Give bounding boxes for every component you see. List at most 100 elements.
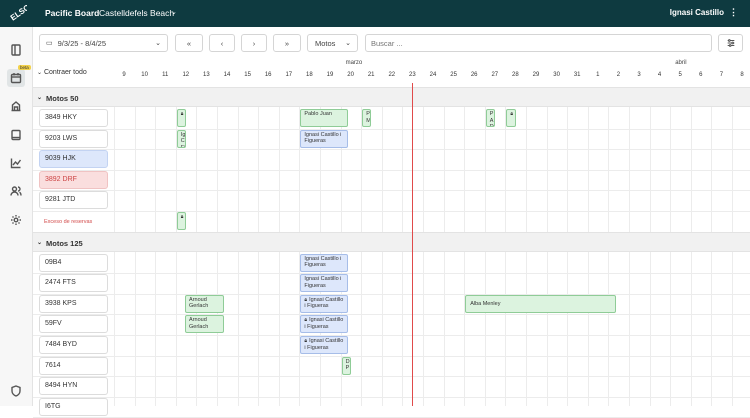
shield-icon[interactable] bbox=[7, 382, 25, 400]
booking-block[interactable]: 🔒︎ Ignasi Castillo i Figueras bbox=[300, 294, 348, 313]
last-page-button[interactable]: » bbox=[273, 34, 301, 52]
day-label: 13 bbox=[203, 72, 210, 78]
booking-block[interactable]: P M bbox=[362, 109, 372, 127]
row-separator bbox=[33, 396, 750, 398]
booking-name: Ignasi Castillo i Figueras bbox=[304, 255, 342, 269]
resource-label[interactable]: I6TG bbox=[39, 397, 108, 416]
lock-icon: 🔒︎ bbox=[304, 317, 308, 324]
day-label: 11 bbox=[162, 72, 169, 78]
category-select[interactable]: Motos ⌄ bbox=[307, 34, 358, 52]
booking-block[interactable]: D P bbox=[341, 356, 351, 375]
month-label: abril bbox=[675, 60, 687, 66]
resource-label[interactable]: 2474 FTS bbox=[39, 274, 108, 293]
day-label: 3 bbox=[637, 72, 641, 78]
resource-label[interactable]: 09B4 bbox=[39, 253, 108, 272]
search-input[interactable] bbox=[365, 34, 712, 52]
resource-label[interactable]: 3849 HKY bbox=[39, 109, 108, 127]
row-separator bbox=[33, 376, 750, 378]
month-label: marzo bbox=[345, 60, 363, 66]
booking-block[interactable]: Pablo Juan bbox=[300, 109, 348, 127]
resource-label[interactable]: 59FV bbox=[39, 315, 108, 334]
day-label: 30 bbox=[553, 72, 560, 78]
row-separator bbox=[33, 169, 750, 171]
group-header[interactable]: ⌄ Motos 50 bbox=[33, 87, 750, 107]
resource-label[interactable]: 7484 BYD bbox=[39, 336, 108, 354]
day-label: 12 bbox=[182, 72, 190, 78]
day-label: 8 bbox=[740, 72, 744, 78]
booking-block[interactable]: Arnoud Gerlach bbox=[185, 294, 225, 313]
day-label: 24 bbox=[429, 72, 437, 78]
booking-block[interactable]: 🔒︎ bbox=[506, 109, 516, 127]
chevron-down-icon[interactable]: ⌄ bbox=[37, 94, 42, 101]
booking-block[interactable]: Ig C Fi bbox=[176, 129, 187, 148]
booking-name: Pablo Juan bbox=[304, 111, 332, 117]
booking-name: Ignasi Castillo i Figueras bbox=[304, 276, 342, 289]
calendar-grid: ⌄ Contraer todo marzo abril 9 10 11 12 13 14 15 1… bbox=[33, 59, 750, 418]
today-indicator bbox=[412, 83, 414, 406]
next-button[interactable]: › bbox=[241, 34, 267, 52]
resource-label[interactable]: 8494 HYN bbox=[39, 377, 108, 396]
day-label: 17 bbox=[285, 72, 293, 78]
chevron-down-icon: ⌄ bbox=[155, 40, 161, 47]
filter-settings-icon[interactable] bbox=[718, 34, 743, 52]
previous-button[interactable]: ‹ bbox=[209, 34, 235, 52]
booking-name: Ignasi Castillo i Figueras bbox=[304, 296, 344, 310]
row-separator bbox=[33, 314, 750, 316]
collapse-all-button[interactable]: ⌄ Contraer todo bbox=[37, 69, 87, 76]
resource-label[interactable]: 9039 HJK bbox=[39, 150, 108, 169]
booking-name: Ignasi Castillo i Figueras bbox=[304, 131, 342, 145]
booking-block[interactable]: Ignasi Castillo i Figueras bbox=[300, 274, 348, 293]
group-header[interactable]: ⌄ Motos 125 bbox=[33, 231, 750, 252]
book-icon[interactable] bbox=[7, 126, 25, 144]
date-range-value: 9/3/25 - 8/4/25 bbox=[57, 38, 106, 48]
location-selector[interactable]: Castelldefels Beach bbox=[99, 8, 174, 18]
booking-block[interactable]: Ignasi Castillo i Figueras bbox=[300, 129, 348, 148]
calendar-icon[interactable] bbox=[7, 69, 25, 87]
building-icon[interactable] bbox=[7, 97, 25, 115]
day-label: 15 bbox=[244, 72, 251, 78]
chevron-down-icon[interactable]: ⌄ bbox=[171, 8, 177, 16]
resource-label[interactable]: 3892 DRF bbox=[39, 170, 108, 189]
chevron-down-icon[interactable]: ⌄ bbox=[37, 239, 42, 246]
booking-block[interactable]: 🔒︎ Ignasi Castillo i Figueras bbox=[300, 336, 348, 354]
day-label: 23 bbox=[409, 72, 416, 78]
date-range-picker[interactable]: ▭ 9/3/25 - 8/4/25 ⌄ bbox=[39, 34, 168, 52]
more-options-icon[interactable]: ⋮ bbox=[729, 7, 738, 18]
users-icon[interactable] bbox=[7, 182, 25, 200]
row-separator bbox=[33, 149, 750, 151]
day-label: 5 bbox=[678, 72, 682, 78]
booking-name: Ig C Fi bbox=[180, 131, 186, 148]
row-separator bbox=[33, 211, 750, 212]
logo[interactable]: ELSO bbox=[7, 3, 27, 23]
day-label: 7 bbox=[719, 72, 724, 78]
board-title: Pacific Board bbox=[45, 8, 100, 18]
day-label: 9 bbox=[122, 72, 126, 78]
booking-name: Arnoud Gerlach bbox=[189, 296, 209, 310]
day-label: 26 bbox=[470, 72, 478, 78]
day-label: 18 bbox=[306, 72, 313, 78]
resource-label[interactable]: 9203 LWS bbox=[39, 129, 108, 148]
category-value: Motos bbox=[315, 38, 336, 48]
lock-icon: 🔒︎ bbox=[304, 296, 308, 303]
resource-label[interactable]: 3938 KPS bbox=[39, 294, 108, 313]
first-page-button[interactable]: « bbox=[175, 34, 203, 52]
booking-block[interactable]: P A D bbox=[485, 109, 496, 127]
booking-block[interactable]: 🔒︎ bbox=[176, 212, 187, 230]
resource-label[interactable]: 9281 JTD bbox=[39, 191, 108, 210]
user-name[interactable]: Ignasi Castillo bbox=[670, 8, 724, 17]
day-label: 1 bbox=[596, 72, 600, 78]
collapse-all-label: Contraer todo bbox=[43, 69, 87, 76]
booking-block[interactable]: Arnoud Gerlach bbox=[185, 315, 225, 334]
booking-name: Alba Menley bbox=[470, 300, 501, 307]
resource-label[interactable]: 7614 bbox=[39, 356, 108, 375]
booking-block[interactable]: Ignasi Castillo i Figueras bbox=[300, 253, 348, 272]
chart-icon[interactable] bbox=[7, 154, 25, 172]
panel-icon[interactable] bbox=[7, 41, 25, 59]
booking-name: D P bbox=[345, 358, 350, 372]
booking-block[interactable]: Alba Menley bbox=[465, 294, 616, 313]
sidebar: beta bbox=[0, 27, 33, 406]
gear-icon[interactable] bbox=[7, 211, 25, 229]
lock-icon: 🔒︎ bbox=[180, 214, 184, 220]
booking-block[interactable]: 🔒︎ bbox=[176, 109, 187, 127]
booking-block[interactable]: 🔒︎ Ignasi Castillo i Figueras bbox=[300, 315, 348, 334]
